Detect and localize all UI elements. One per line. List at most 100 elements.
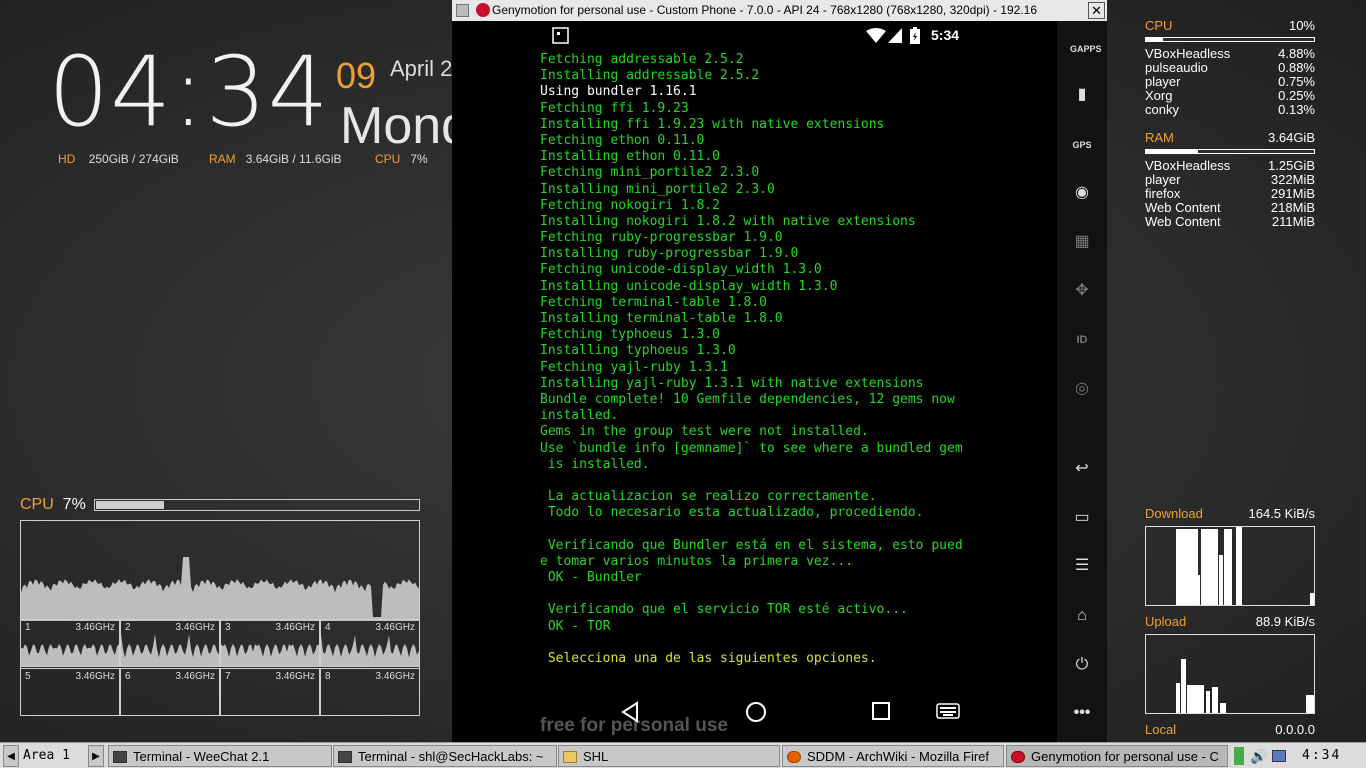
menu-icon[interactable]: ☰	[1070, 554, 1094, 578]
desktop-clock: 04:34	[48, 36, 330, 148]
process-value: 218MiB	[1270, 200, 1315, 215]
terminal-line: OK - Bundler	[540, 570, 642, 585]
home-icon[interactable]: ⌂	[1070, 604, 1094, 628]
conky-ram-bar-empty	[1198, 150, 1314, 153]
terminal-icon	[113, 750, 127, 763]
power-icon[interactable]: ⏻	[1070, 653, 1094, 677]
process-name: conky	[1145, 102, 1179, 117]
terminal-line: OK - TOR	[540, 618, 611, 634]
taskbar-item-terminal[interactable]: Terminal - shl@SecHackLabs: ~	[333, 745, 557, 767]
process-name: player	[1145, 74, 1181, 89]
taskbar-item-genymotion[interactable]: Genymotion for personal use - C	[1006, 745, 1228, 767]
statusbar-time: 5:34	[931, 27, 960, 43]
wifi-icon	[866, 28, 886, 43]
process-value: 291MiB	[1270, 186, 1315, 201]
conky-ram-bar	[1145, 149, 1315, 154]
terminal-output[interactable]: Fetching addressable 2.5.2 Installing add…	[540, 52, 963, 667]
webcam-icon[interactable]: ◉	[1070, 181, 1094, 205]
local-ip-label: Local	[1145, 722, 1177, 737]
terminal-line: Fetching mini_portile2 2.3.0	[540, 165, 760, 181]
process-name: Web Content	[1145, 214, 1221, 229]
screenshot-notification-icon	[552, 27, 569, 44]
battery-icon[interactable]: ▮	[1070, 83, 1094, 107]
terminal-line: Verificando que el servicio TOR esté act…	[540, 602, 908, 618]
terminal-line: Using bundler 1.16.1	[540, 84, 697, 100]
process-name: firefox	[1145, 186, 1181, 201]
workspace-label[interactable]: Area 1	[23, 745, 85, 767]
move-icon[interactable]: ✥	[1070, 279, 1094, 303]
taskbar-item-label: SHL	[583, 749, 609, 764]
core-number: 7	[225, 671, 231, 682]
gapps-icon[interactable]: GAPPS	[1070, 37, 1102, 61]
desktop-day: 09	[336, 55, 377, 96]
cpu-total-graph	[21, 557, 419, 621]
keyboard-button[interactable]	[936, 703, 960, 719]
genymotion-window[interactable]: Genymotion for personal use - Custom Pho…	[452, 0, 1107, 742]
more-icon[interactable]: •••	[1070, 701, 1094, 725]
taskbar-clock[interactable]: 4:34	[1302, 745, 1362, 767]
upload-label: Upload	[1145, 614, 1187, 629]
cpu-core-panel: 6 3.46GHz	[120, 668, 220, 716]
terminal-line: Installing yajl-ruby 1.3.1 with native e…	[540, 375, 924, 391]
window-titlebar[interactable]: Genymotion for personal use - Custom Pho…	[452, 0, 1107, 21]
android-navbar	[452, 693, 1057, 735]
battery-tray-icon[interactable]	[1234, 747, 1244, 765]
back-icon[interactable]: ↩	[1070, 457, 1094, 481]
taskbar-item-label: Terminal - WeeChat 2.1	[133, 749, 270, 764]
id-icon[interactable]: ID	[1070, 328, 1094, 352]
conky-ram-label: RAM	[1145, 130, 1174, 145]
terminal-line: Installing terminal-table 1.8.0	[540, 311, 783, 326]
nav-recents-button[interactable]	[872, 702, 891, 721]
terminal-line: Fetching nokogiri 1.8.2	[540, 197, 721, 213]
taskbar-item-firefox[interactable]: SDDM - ArchWiki - Mozilla Firef	[782, 745, 1004, 767]
core-frequency: 3.46GHz	[275, 671, 315, 682]
window-title: Genymotion for personal use - Custom Pho…	[492, 3, 1037, 17]
terminal-line: Installing addressable 2.5.2	[540, 68, 760, 84]
hd-stat: HD 250GiB / 274GiB	[58, 152, 179, 166]
core-number: 6	[125, 671, 131, 682]
recent-apps-icon[interactable]: ▭	[1070, 506, 1094, 530]
network-icon[interactable]	[1272, 745, 1292, 767]
terminal-line: Fetching ethon 0.11.0	[540, 132, 705, 148]
terminal-line: Todo lo necesario esta actualizado, proc…	[540, 505, 924, 521]
window-close-button[interactable]: ✕	[1088, 2, 1105, 19]
media-icon[interactable]: ▦	[1070, 230, 1094, 254]
workspace-next-button[interactable]: ▶	[88, 745, 104, 767]
disk-icon[interactable]: ◎	[1070, 377, 1094, 401]
terminal-line: Fetching terminal-table 1.8.0	[540, 294, 767, 310]
taskbar: ◀ Area 1 ▶ Terminal - WeeChat 2.1 Termin…	[0, 742, 1366, 768]
taskbar-item-label: Terminal - shl@SecHackLabs: ~	[358, 749, 544, 764]
process-name: player	[1145, 172, 1181, 187]
firefox-icon	[787, 750, 801, 763]
window-menu-button[interactable]	[456, 4, 469, 17]
nav-home-button[interactable]	[745, 701, 767, 723]
gps-icon[interactable]: GPS	[1070, 133, 1094, 157]
desktop-weekday: Mond	[340, 97, 471, 155]
hd-value: 250GiB / 274GiB	[88, 152, 179, 166]
genymotion-logo-icon	[476, 3, 490, 17]
cpu-core-panel: 2 3.46GHz	[120, 619, 220, 667]
local-ip-value: 0.0.0.0	[1275, 722, 1315, 737]
taskbar-item-shl[interactable]: SHL	[558, 745, 780, 767]
terminal-line: e tomar varios minutos la primera vez...	[540, 553, 854, 569]
workspace-prev-button[interactable]: ◀	[3, 745, 19, 767]
terminal-line: Gems in the group test were not installe…	[540, 424, 869, 440]
terminal-line: Installing ffi 1.9.23 with native extens…	[540, 116, 885, 132]
upload-value: 88.9 KiB/s	[1255, 614, 1315, 629]
volume-icon[interactable]: 🔊	[1250, 745, 1268, 767]
upload-graph	[1145, 634, 1315, 714]
hd-label: HD	[58, 152, 76, 166]
cpu-core-panel: 7 3.46GHz	[220, 668, 320, 716]
process-name: Web Content	[1145, 200, 1221, 215]
android-screen[interactable]: 5:34 Fetching addressable 2.5.2 Installin…	[452, 21, 1057, 742]
cpu-graph: 1 3.46GHz 2 3.46GHz 3 3.46GHz 4 3.46GHz 5 3.46GHz…	[20, 520, 420, 716]
download-label: Download	[1145, 506, 1203, 521]
taskbar-item-weechat[interactable]: Terminal - WeeChat 2.1	[108, 745, 332, 767]
terminal-line: Installing nokogiri 1.8.2 with native ex…	[540, 213, 916, 229]
cpu-core-panel: 3 3.46GHz	[220, 619, 320, 667]
process-name: VBoxHeadless	[1145, 46, 1231, 61]
nav-back-button[interactable]	[620, 701, 640, 723]
terminal-line: Use `bundle info [gemname]` to see where…	[540, 440, 963, 456]
